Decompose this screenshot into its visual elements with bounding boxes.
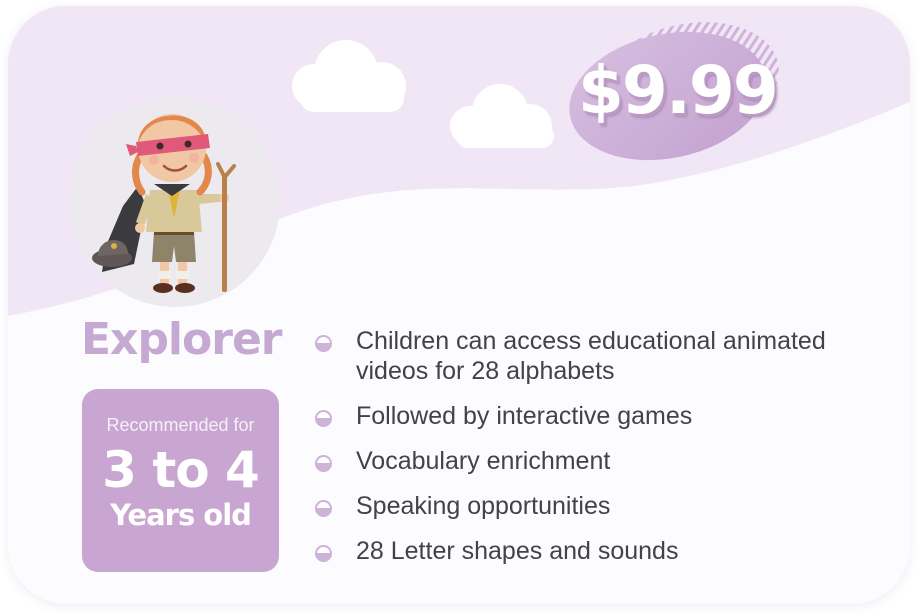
feature-text: Children can access educational animated… [356,327,826,385]
feature-text: Speaking opportunities [356,492,611,520]
plan-title: Explorer [81,314,282,365]
feature-item: Vocabulary enrichment [312,446,892,476]
feature-text: Vocabulary enrichment [356,447,611,475]
bullet-circle-icon [315,455,332,472]
age-recommendation-box: Recommended for 3 to 4 Years old [82,389,279,572]
cloud-decoration [450,84,554,148]
bullet-circle-icon [315,500,332,517]
feature-text: Followed by interactive games [356,402,693,430]
feature-item: Speaking opportunities [312,491,892,521]
pricing-card: $9.99 Explorer Recommended for 3 to 4 Ye… [8,6,910,604]
feature-text: 28 Letter shapes and sounds [356,537,679,565]
explorer-mascot-icon [92,114,236,293]
bullet-circle-icon [315,335,332,352]
feature-item: 28 Letter shapes and sounds [312,536,892,566]
cloud-decoration [292,40,406,112]
age-range: 3 to 4 [102,441,260,499]
feature-list: Children can access educational animated… [312,326,892,581]
recommended-label: Recommended for [106,415,255,435]
price-label: $9.99 [578,52,779,129]
feature-item: Children can access educational animated… [312,326,892,386]
bullet-circle-icon [315,410,332,427]
age-unit: Years old [110,498,252,532]
feature-item: Followed by interactive games [312,401,892,431]
bullet-circle-icon [315,545,332,562]
